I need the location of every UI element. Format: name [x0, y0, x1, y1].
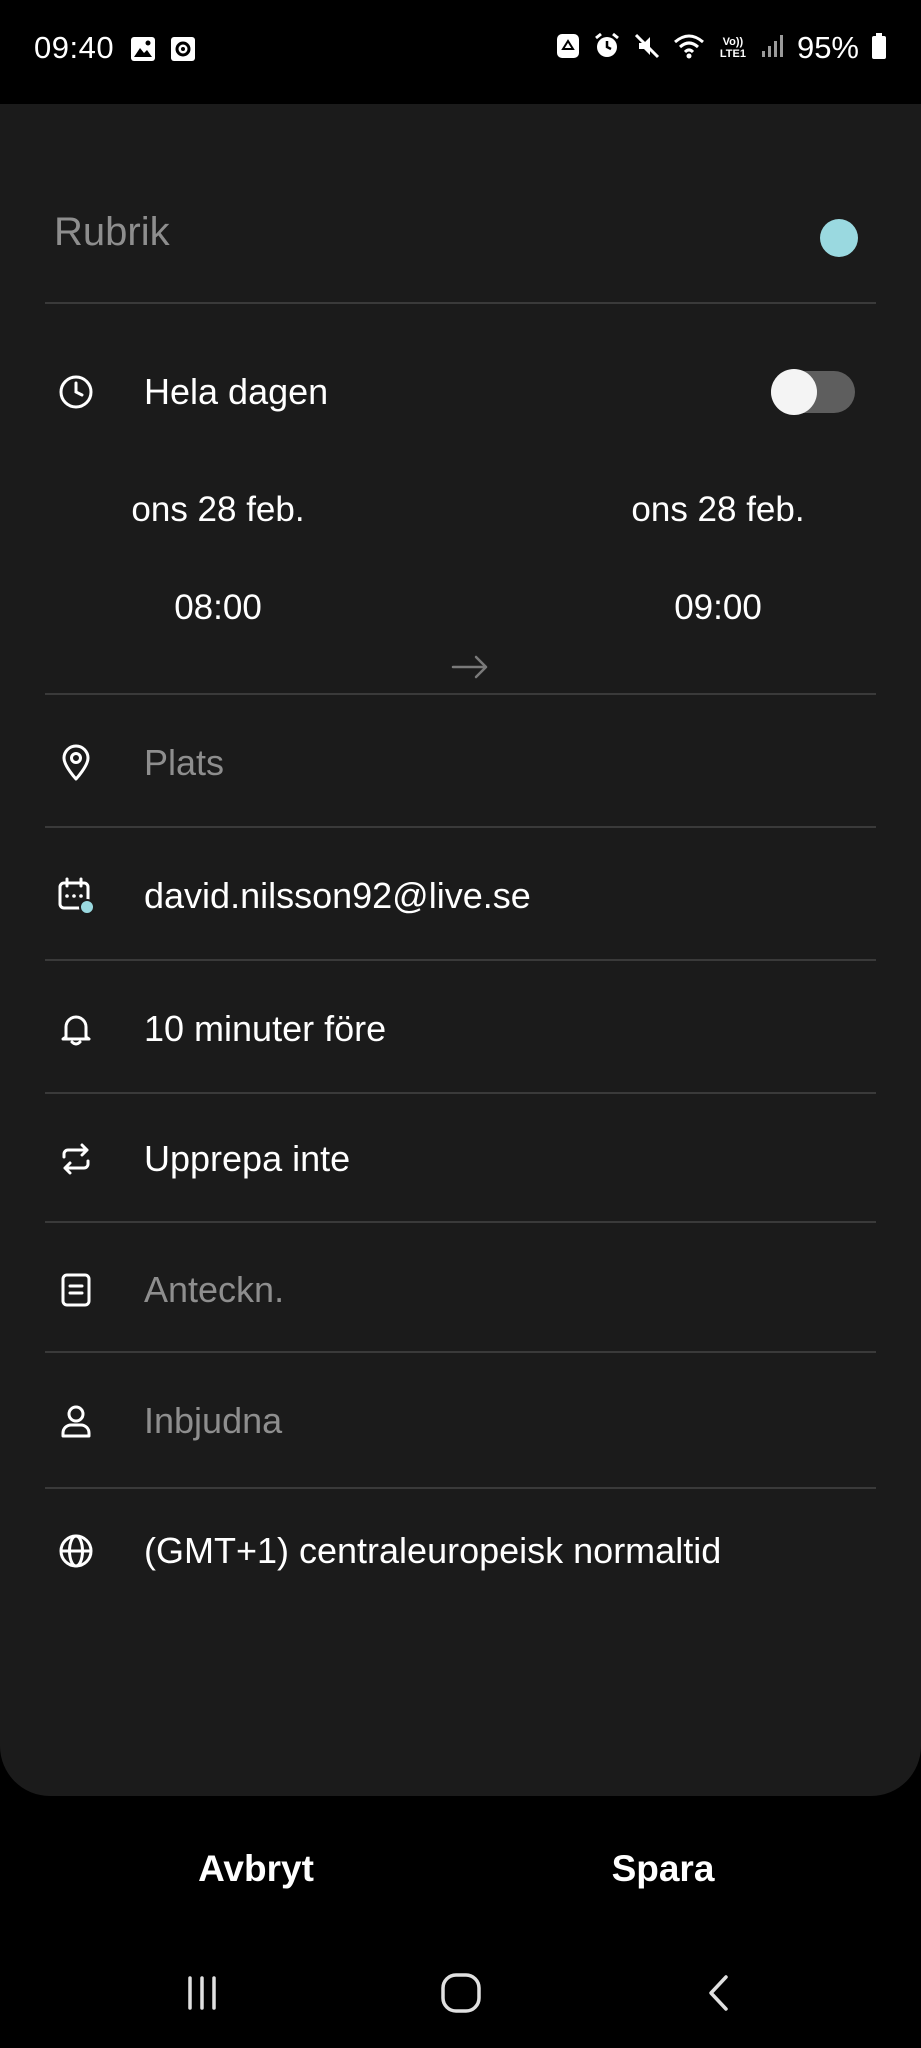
calendar-account-row[interactable]: david.nilsson92@live.se [0, 856, 921, 936]
arrow-right-icon [450, 647, 490, 687]
calendar-icon [56, 876, 96, 916]
gallery-icon [130, 36, 156, 67]
notes-input: Anteckn. [144, 1269, 285, 1310]
bottom-action-bar: Avbryt Spara [0, 1796, 921, 1946]
timezone-value: (GMT+1) centraleuropeisk normaltid [144, 1530, 722, 1571]
notes-row[interactable]: Anteckn. [0, 1250, 921, 1330]
toggle-knob [771, 369, 817, 415]
battery-icon [871, 32, 887, 65]
battery-percent: 95% [796, 30, 859, 65]
invitees-input: Inbjudna [144, 1400, 283, 1441]
location-pin-icon [56, 743, 96, 783]
all-day-toggle[interactable] [771, 369, 855, 415]
divider [45, 1092, 876, 1094]
all-day-label: Hela dagen [144, 371, 329, 412]
event-color-picker[interactable] [820, 219, 858, 257]
location-row[interactable]: Plats [0, 723, 921, 803]
system-nav-bar [0, 1946, 921, 2048]
title-row: Rubrik [54, 204, 866, 274]
status-left-icons [130, 36, 196, 67]
divider [45, 302, 876, 304]
divider [45, 1221, 876, 1223]
repeat-value: Upprepa inte [144, 1138, 351, 1179]
notes-icon [56, 1270, 96, 1310]
wifi-icon [673, 32, 705, 65]
home-icon[interactable] [431, 1968, 491, 2018]
end-date[interactable]: ons 28 feb. [568, 490, 868, 530]
divider [45, 1351, 876, 1353]
location-input: Plats [144, 742, 225, 783]
back-icon[interactable] [689, 1968, 749, 2018]
title-input[interactable]: Rubrik [54, 210, 170, 255]
all-day-row[interactable]: Hela dagen [0, 352, 921, 432]
volte-lte-icon: Vo)) LTE1 [719, 36, 746, 60]
repeat-icon [56, 1139, 96, 1179]
start-time[interactable]: 08:00 [68, 588, 368, 628]
divider [45, 1487, 876, 1489]
calendar-account-value: david.nilsson92@live.se [144, 875, 531, 916]
mute-icon [633, 32, 661, 65]
repeat-row[interactable]: Upprepa inte [0, 1119, 921, 1199]
recent-apps-icon[interactable] [172, 1968, 232, 2018]
recycle-icon [555, 32, 581, 65]
divider [45, 693, 876, 695]
status-right-icons: Vo)) LTE1 95% [555, 30, 887, 66]
bell-icon [56, 1009, 96, 1049]
alarm-icon [593, 32, 621, 65]
clock-icon [56, 372, 96, 412]
signal-icon [761, 33, 785, 64]
cancel-button[interactable]: Avbryt [106, 1848, 406, 1890]
status-time: 09:40 [34, 30, 115, 65]
reminder-row[interactable]: 10 minuter före [0, 989, 921, 1069]
person-icon [56, 1401, 96, 1441]
invitees-row[interactable]: Inbjudna [0, 1381, 921, 1461]
divider [45, 826, 876, 828]
save-button[interactable]: Spara [513, 1848, 813, 1890]
start-date[interactable]: ons 28 feb. [68, 490, 368, 530]
reminder-value: 10 minuter före [144, 1008, 387, 1049]
event-editor-sheet: Rubrik Hela dagen ons 28 feb. 08:00 ons … [0, 104, 921, 1796]
timezone-row[interactable]: (GMT+1) centraleuropeisk normaltid [0, 1511, 921, 1591]
end-time[interactable]: 09:00 [568, 588, 868, 628]
globe-icon [56, 1531, 96, 1571]
status-bar: 09:40 Vo)) LTE1 95% [0, 0, 921, 104]
divider [45, 959, 876, 961]
screen-record-icon [170, 36, 196, 67]
